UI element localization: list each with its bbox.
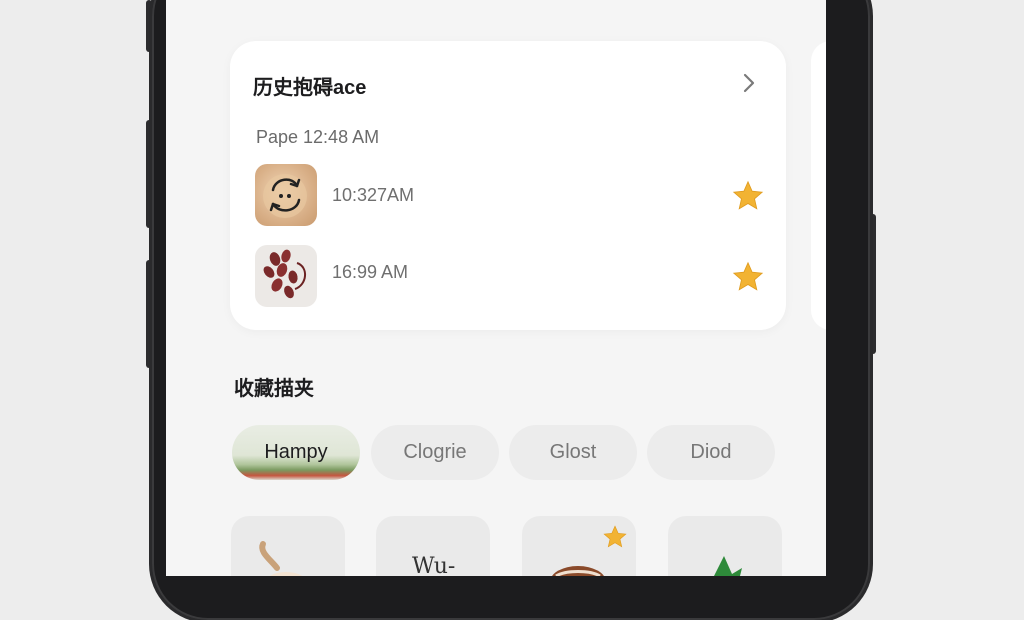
favorites-chip[interactable]: Clogrie (371, 425, 499, 480)
app-screen: 历史抱碍ace Pape 12:48 AM 10:327AM 16:99 AM … (166, 0, 826, 576)
star-icon[interactable] (731, 260, 765, 294)
history-item-time: 10:327AM (332, 185, 415, 205)
beans-image-icon (263, 249, 306, 299)
food-image-icon (714, 556, 742, 576)
chevron-right-icon[interactable] (738, 71, 760, 95)
history-item[interactable]: 10:327AM (255, 164, 765, 228)
favorites-chip[interactable]: Hampy (232, 425, 360, 480)
history-subtitle: Pape 12:48 AM (256, 127, 380, 147)
history-thumbnail (255, 245, 317, 307)
favorites-chip[interactable]: Diod (647, 425, 775, 480)
history-item[interactable]: 16:99 AM (255, 245, 765, 309)
history-item-time: 16:99 AM (332, 262, 409, 282)
next-card-peek[interactable] (811, 41, 826, 330)
favorite-tile[interactable] (522, 516, 636, 576)
favorite-tile-label: Wu- (412, 554, 456, 576)
favorites-chip[interactable]: Glost (509, 425, 637, 480)
favorite-tile[interactable] (668, 516, 782, 576)
food-image-icon (259, 541, 303, 576)
history-title: 历史抱碍ace (253, 77, 367, 99)
food-image-icon (263, 174, 307, 218)
star-icon[interactable] (602, 524, 628, 550)
favorite-tile[interactable] (231, 516, 345, 576)
power-button (870, 214, 876, 354)
favorite-tile[interactable]: Wu- (376, 516, 490, 576)
favorites-title: 收藏描夹 (234, 378, 314, 400)
star-icon[interactable] (731, 179, 765, 213)
history-thumbnail (255, 164, 317, 226)
history-card[interactable]: 历史抱碍ace Pape 12:48 AM 10:327AM 16:99 AM (230, 41, 786, 330)
